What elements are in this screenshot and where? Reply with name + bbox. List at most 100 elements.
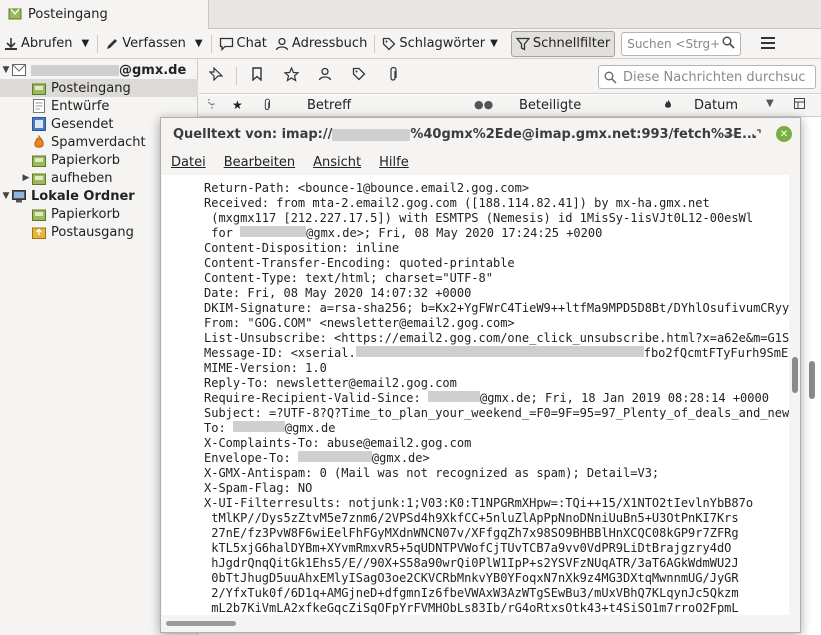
folder-label: Papierkorb: [51, 152, 121, 168]
message-source-text[interactable]: Return-Path: <bounce-1@bounce.email2.gog…: [162, 175, 789, 615]
redacted-address: [297, 451, 372, 462]
address-book-button[interactable]: Adressbuch: [271, 31, 371, 57]
account-row[interactable]: ▼ @gmx.de: [0, 61, 198, 79]
chat-button[interactable]: Chat: [215, 31, 271, 57]
local-folders-label: Lokale Ordner: [31, 188, 135, 204]
source-line: From: "GOG.COM" <newsletter@email2.gog.c…: [204, 316, 515, 330]
source-fragment: @gmx.de; Fri, 18 Jan 2019 08:28:14 +0000: [479, 391, 769, 405]
collapse-arrow-icon[interactable]: ▼: [0, 65, 12, 75]
source-fragment: for: [204, 226, 241, 240]
starred-filter-button[interactable]: [274, 65, 308, 86]
scrollbar-thumb[interactable]: [792, 357, 798, 393]
attachment-column-icon[interactable]: [262, 98, 272, 116]
fetch-dropdown-icon[interactable]: ▼: [77, 38, 95, 49]
quick-filter-button[interactable]: Schnellfilter: [510, 30, 616, 57]
redacted-address: [427, 391, 480, 402]
address-book-label: Adressbuch: [291, 36, 368, 51]
drafts-folder-icon: [32, 99, 46, 113]
source-line: DKIM-Signature: a=rsa-sha256; b=Kx2+YgFW…: [204, 301, 789, 315]
source-line: mL2b7KiVmLA2xfkeGqcZiSqOFpYrFVMHObLs83Ib…: [204, 601, 739, 615]
tab-bar: Posteingang: [0, 0, 821, 29]
trash-folder-icon: [32, 154, 46, 167]
menu-bar: Datei Bearbeiten Ansicht Hilfe: [161, 151, 800, 173]
thread-column-icon[interactable]: [207, 98, 217, 114]
spam-column-icon[interactable]: [663, 98, 673, 114]
divider: [97, 34, 99, 53]
contact-filter-button[interactable]: [308, 67, 342, 85]
source-fragment: To:: [204, 421, 233, 435]
menu-view-label: Ansicht: [313, 154, 362, 170]
filter-messages-input[interactable]: Diese Nachrichten durchsuc: [598, 65, 816, 89]
column-header-row: ★ Betreff ●● Beteiligte Datum ▼: [199, 95, 821, 117]
source-line: for @gmx.de>; Fri, 08 May 2020 17:24:25 …: [204, 226, 789, 241]
compose-dropdown-icon[interactable]: ▼: [190, 38, 208, 49]
contact-icon: [318, 67, 332, 85]
column-subject[interactable]: Betreff: [307, 98, 351, 113]
compose-button[interactable]: Verfassen: [101, 31, 190, 57]
sticky-filter-button[interactable]: [199, 66, 233, 85]
bookmark-icon: [251, 67, 263, 85]
menu-help[interactable]: Hilfe: [379, 155, 409, 170]
tags-button[interactable]: Schlagwörter ▼: [378, 31, 507, 57]
folder-label: Posteingang: [51, 80, 131, 96]
source-line: Content-Transfer-Encoding: quoted-printa…: [204, 256, 515, 270]
tab-label: Posteingang: [28, 7, 108, 22]
source-fragment: fbo2fQcmtFTyFurh9SmEE6: [643, 346, 789, 360]
source-line: Return-Path: <bounce-1@bounce.email2.gog…: [204, 181, 530, 195]
folder-label: Gesendet: [51, 116, 114, 132]
minimize-button[interactable]: —: [721, 126, 737, 142]
scrollbar-thumb[interactable]: [809, 361, 815, 399]
star-column-icon[interactable]: ★: [232, 98, 243, 112]
folder-icon: [32, 172, 46, 185]
close-button[interactable]: ✕: [776, 126, 792, 142]
menu-view[interactable]: Ansicht: [313, 155, 361, 170]
star-icon: [282, 65, 300, 86]
source-vertical-scrollbar[interactable]: [790, 175, 800, 615]
redacted-account-name: [31, 64, 119, 76]
source-line: X-Complaints-To: abuse@email2.gog.com: [204, 436, 472, 450]
search-placeholder: Suchen <Strg+: [627, 36, 721, 51]
scrollbar-thumb[interactable]: [166, 621, 236, 626]
source-fragment: @gmx.de>; Fri, 08 May 2020 17:24:25 +020…: [306, 226, 603, 240]
tags-filter-button[interactable]: [342, 67, 376, 85]
source-line: tMlKP//Dys5zZtvM5e7znm6/2VPSd4h9XkfCC+5n…: [204, 511, 739, 525]
column-date[interactable]: Datum: [694, 98, 738, 113]
menu-edit[interactable]: Bearbeiten: [224, 155, 295, 170]
folder-inbox[interactable]: Posteingang: [0, 79, 198, 97]
tab-inbox[interactable]: Posteingang: [0, 0, 209, 29]
expand-arrow-icon[interactable]: ▶: [20, 173, 32, 183]
source-line: X-UI-Filterresults: notjunk:1;V03:K0:T1N…: [204, 496, 754, 510]
hamburger-icon: [761, 34, 776, 53]
source-line: Reply-To: newsletter@email2.gog.com: [204, 376, 457, 390]
column-picker-icon[interactable]: [794, 98, 805, 113]
column-correspondents[interactable]: Beteiligte: [519, 98, 581, 113]
chat-label: Chat: [236, 36, 267, 51]
flame-icon: [32, 135, 46, 149]
collapse-arrow-icon[interactable]: ▼: [0, 191, 12, 201]
trash-folder-icon: [32, 208, 46, 221]
source-line: Subject: =?UTF-8?Q?Time_to_plan_your_wee…: [204, 406, 789, 420]
source-horizontal-scrollbar[interactable]: [162, 615, 789, 632]
divider: [210, 34, 212, 53]
inbox-folder-icon: [32, 82, 46, 95]
paperclip-icon: [387, 66, 399, 86]
source-fragment: @gmx.de>: [371, 451, 430, 465]
window-title-prefix: Quelltext von: imap://: [173, 127, 333, 142]
search-input[interactable]: Suchen <Strg+: [621, 31, 742, 56]
redacted-address: [232, 421, 285, 432]
unread-filter-button[interactable]: [240, 67, 274, 85]
maximize-button[interactable]: [748, 126, 764, 142]
menu-file[interactable]: Datei: [171, 155, 206, 170]
source-line: To: @gmx.de: [204, 421, 789, 436]
fetch-button[interactable]: Abrufen: [0, 31, 77, 57]
source-line: MIME-Version: 1.0: [204, 361, 327, 375]
source-line: 0bTtJhugD5uuAhxEMlyISagO3oe2CKVCRbMnkvYB…: [204, 571, 739, 585]
attachment-filter-button[interactable]: [376, 66, 410, 86]
filter-icon: [515, 37, 530, 51]
app-menu-button[interactable]: [757, 31, 779, 57]
source-fragment: Message-ID: <xserial.: [204, 346, 356, 360]
message-list-scrollbar[interactable]: [803, 178, 821, 635]
read-column-icon[interactable]: ●●: [474, 98, 493, 111]
source-line: Received: from mta-2.email2.gog.com ([18…: [204, 196, 710, 210]
folder-drafts[interactable]: Entwürfe: [0, 97, 198, 115]
